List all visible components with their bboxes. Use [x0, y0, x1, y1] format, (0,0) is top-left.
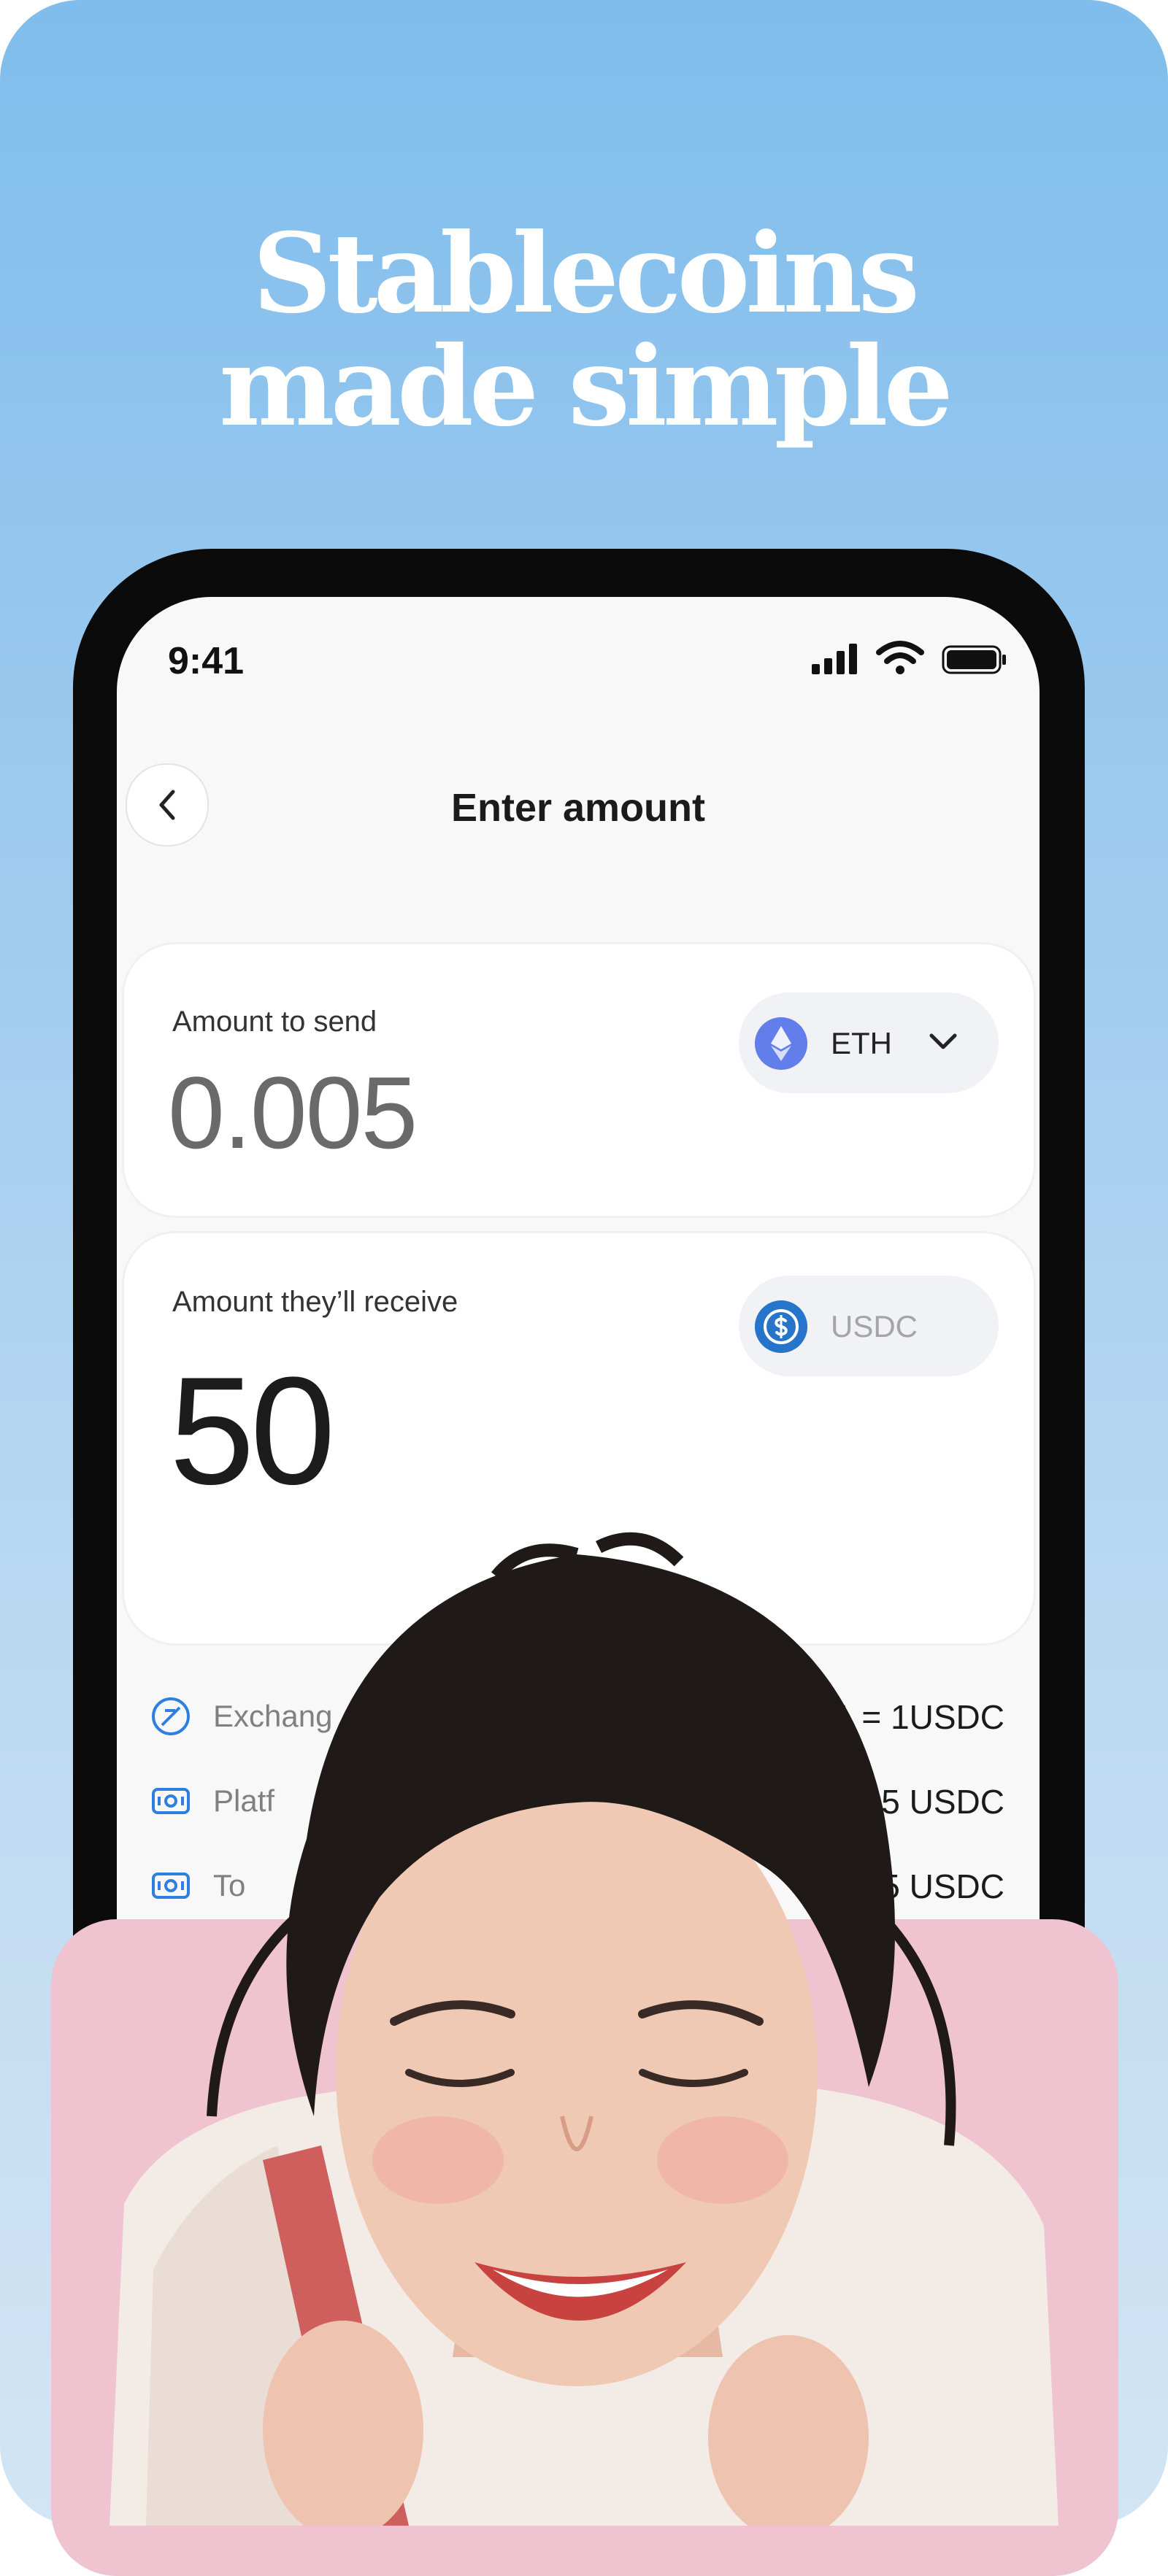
send-amount-input[interactable]: 0.005: [168, 1054, 418, 1172]
usdc-icon: [755, 1300, 807, 1353]
detail-row-platform-fee: Platf 5 USDC: [150, 1773, 1004, 1824]
ethereum-icon: [755, 1017, 807, 1070]
battery-icon: [942, 645, 1006, 674]
exchange-icon: [152, 1697, 190, 1735]
send-amount-label: Amount to send: [172, 1006, 377, 1038]
chevron-down-icon: [929, 1033, 957, 1049]
detail-label: Exchang: [213, 1699, 333, 1733]
send-token-selector[interactable]: ETH: [739, 992, 999, 1093]
page-title: Enter amount: [450, 786, 706, 830]
detail-value: 5 USDC: [881, 1783, 1004, 1821]
detail-value: $1 = 1USDC: [815, 1698, 1004, 1736]
receive-amount-label: Amount they’ll receive: [172, 1286, 458, 1318]
platform-fee-icon: [152, 1788, 190, 1814]
receive-token-pill: USDC: [739, 1276, 999, 1376]
cellular-signal-icon: [812, 644, 857, 674]
total-icon: [152, 1873, 190, 1899]
receive-amount-card: Amount they’ll receive 50 USDC: [124, 1233, 1034, 1643]
send-token-name: ETH: [831, 1026, 892, 1060]
headline-line-2: made simple: [219, 323, 953, 451]
send-amount-card: Amount to send 0.005 ETH: [124, 944, 1034, 1216]
pink-photo-panel: [51, 1919, 1118, 2576]
receive-token-name: USDC: [831, 1309, 918, 1343]
receive-amount-value: 50: [169, 1345, 336, 1516]
detail-value: 5 USDC: [881, 1867, 1004, 1905]
wifi-icon: [876, 641, 924, 674]
status-time: 9:41: [168, 640, 245, 682]
detail-label: To: [213, 1868, 246, 1902]
detail-label: Platf: [213, 1783, 275, 1818]
headline-line-1: Stablecoins: [253, 209, 920, 338]
detail-row-total: To 5 USDC: [150, 1858, 1004, 1909]
detail-row-exchange-rate: Exchang $1 = 1USDC: [150, 1689, 1004, 1740]
